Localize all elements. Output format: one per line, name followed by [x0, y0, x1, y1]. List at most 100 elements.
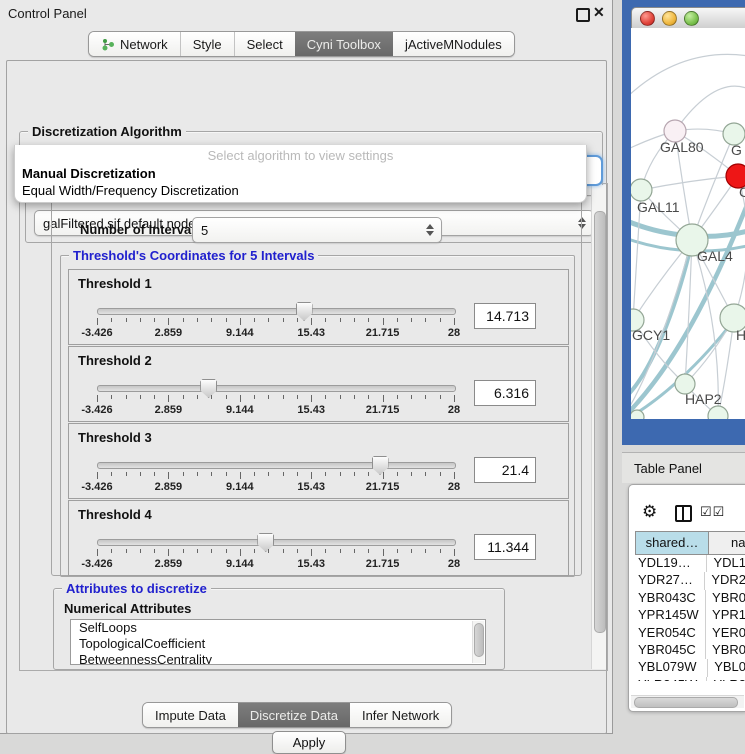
minor-tick: [254, 549, 255, 553]
algorithm-option-equal-width[interactable]: Equal Width/Frequency Discretization: [22, 183, 239, 198]
thresholds-group: Threshold's Coordinates for 5 Intervals …: [60, 255, 575, 577]
major-tick: [311, 472, 312, 479]
table-row[interactable]: YLR345WYLR3: [635, 677, 745, 681]
close-icon[interactable]: ✕: [593, 4, 605, 21]
tab-impute-data[interactable]: Impute Data: [143, 703, 238, 727]
network-canvas[interactable]: GAL80GCGAL11GAL4GCY1HHAP2: [631, 28, 745, 419]
slider-thumb[interactable]: [200, 379, 217, 398]
threshold-value-field[interactable]: 14.713: [474, 303, 536, 329]
cell-name: YPR1: [705, 607, 745, 624]
slider-thumb[interactable]: [257, 533, 274, 552]
top-tab-bar: NetworkStyleSelectCyni ToolboxjActiveMNo…: [88, 31, 515, 57]
algorithm-option-manual[interactable]: Manual Discretization: [22, 166, 156, 181]
column-header-name[interactable]: na: [708, 531, 745, 555]
table-row[interactable]: YDL19…YDL1: [635, 555, 745, 572]
major-tick: [240, 318, 241, 325]
minimize-traffic-light-icon[interactable]: [662, 11, 677, 26]
minor-tick: [340, 549, 341, 553]
attribute-list-item[interactable]: TopologicalCoefficient: [71, 636, 485, 652]
attribute-list-item[interactable]: BetweennessCentrality: [71, 652, 485, 665]
slider-track[interactable]: [97, 462, 456, 469]
node-unlabeled[interactable]: [708, 406, 728, 419]
slider-track[interactable]: [97, 385, 456, 392]
major-tick: [97, 472, 98, 479]
tab-style[interactable]: Style: [180, 32, 234, 56]
minor-tick: [226, 318, 227, 322]
cell-shared-name: YLR345W: [635, 677, 706, 681]
network-view-window: GAL80GCGAL11GAL4GCY1HHAP2: [622, 0, 745, 445]
table-row[interactable]: YER054CYER0: [635, 625, 745, 642]
attribute-list-item[interactable]: SelfLoops: [71, 620, 485, 636]
tick-label: 21.715: [366, 558, 400, 570]
major-tick: [240, 549, 241, 556]
scrollbar-thumb[interactable]: [594, 211, 606, 633]
zoom-traffic-light-icon[interactable]: [684, 11, 699, 26]
minor-tick: [226, 472, 227, 476]
table-row[interactable]: YBR043CYBR0: [635, 590, 745, 607]
minor-tick: [340, 318, 341, 322]
minor-tick: [254, 318, 255, 322]
main-vertical-scrollbar[interactable]: [591, 185, 606, 669]
tab-cyni-toolbox[interactable]: Cyni Toolbox: [295, 32, 393, 56]
node-GAL11[interactable]: [631, 179, 652, 201]
minor-tick: [397, 318, 398, 322]
number-of-intervals-label: Number of Intervals: [80, 222, 202, 237]
number-of-intervals-combo[interactable]: 5: [192, 217, 442, 243]
column-header-shared-name[interactable]: shared…: [635, 531, 709, 555]
node-table-rows[interactable]: YDL19…YDL1YDR27…YDR2YBR043CYBR0YPR145WYP…: [635, 555, 745, 681]
major-tick: [383, 395, 384, 402]
threshold-value-field[interactable]: 21.4: [474, 457, 536, 483]
network-nodes[interactable]: GAL80GCGAL11GAL4GCY1HHAP2: [631, 120, 745, 419]
major-tick: [168, 395, 169, 402]
threshold-value-field[interactable]: 6.316: [474, 380, 536, 406]
columns-icon[interactable]: [675, 505, 692, 522]
node-unlabeled[interactable]: [631, 410, 644, 419]
slider-track[interactable]: [97, 539, 456, 546]
tick-label: 28: [448, 481, 460, 493]
tab-discretize-data[interactable]: Discretize Data: [238, 703, 350, 727]
minor-tick: [283, 549, 284, 553]
slider-thumb[interactable]: [372, 456, 389, 475]
minor-tick: [268, 549, 269, 553]
table-row[interactable]: YBR045CYBR0: [635, 642, 745, 659]
minor-tick: [354, 395, 355, 399]
tab-network[interactable]: Network: [89, 32, 180, 56]
table-horizontal-scrollbar[interactable]: [631, 695, 744, 708]
tab-infer-network[interactable]: Infer Network: [350, 703, 451, 727]
tab-select[interactable]: Select: [234, 32, 295, 56]
minor-tick: [425, 549, 426, 553]
threshold-value-field[interactable]: 11.344: [474, 534, 536, 560]
checkbox-icons[interactable]: ☑☑: [700, 504, 725, 520]
tick-label: 21.715: [366, 327, 400, 339]
minor-tick: [197, 318, 198, 322]
float-window-icon[interactable]: [576, 8, 590, 22]
tick-label: -3.426: [81, 558, 112, 570]
close-traffic-light-icon[interactable]: [640, 11, 655, 26]
minor-tick: [154, 549, 155, 553]
major-tick: [97, 318, 98, 325]
discretization-algorithm-title: Discretization Algorithm: [28, 124, 186, 139]
minor-tick: [397, 395, 398, 399]
table-row[interactable]: YBL079WYBL0: [635, 659, 745, 676]
tick-label: 2.859: [155, 558, 183, 570]
threshold-3-panel: Threshold 3-3.4262.8599.14415.4321.71528…: [68, 423, 569, 499]
scrollbar-thumb[interactable]: [474, 623, 484, 657]
threshold-label: Threshold 1: [78, 276, 152, 291]
minor-tick: [183, 549, 184, 553]
slider-thumb[interactable]: [296, 302, 313, 321]
table-row[interactable]: YPR145WYPR1: [635, 607, 745, 624]
tab-jactivemnodules[interactable]: jActiveMNodules: [393, 32, 514, 56]
cell-shared-name: YDL19…: [635, 555, 706, 572]
slider-track[interactable]: [97, 308, 456, 315]
scrollbar-thumb[interactable]: [634, 697, 738, 708]
minor-tick: [411, 318, 412, 322]
apply-button[interactable]: Apply: [272, 731, 346, 754]
numerical-attributes-list[interactable]: SelfLoopsTopologicalCoefficientBetweenne…: [70, 619, 486, 665]
minor-tick: [297, 549, 298, 553]
minor-tick: [297, 395, 298, 399]
table-row[interactable]: YDR27…YDR2: [635, 572, 745, 589]
cell-shared-name: YER054C: [635, 625, 705, 642]
minor-tick: [140, 549, 141, 553]
gear-icon[interactable]: ⚙: [642, 502, 657, 522]
attributes-scrollbar[interactable]: [472, 621, 484, 663]
